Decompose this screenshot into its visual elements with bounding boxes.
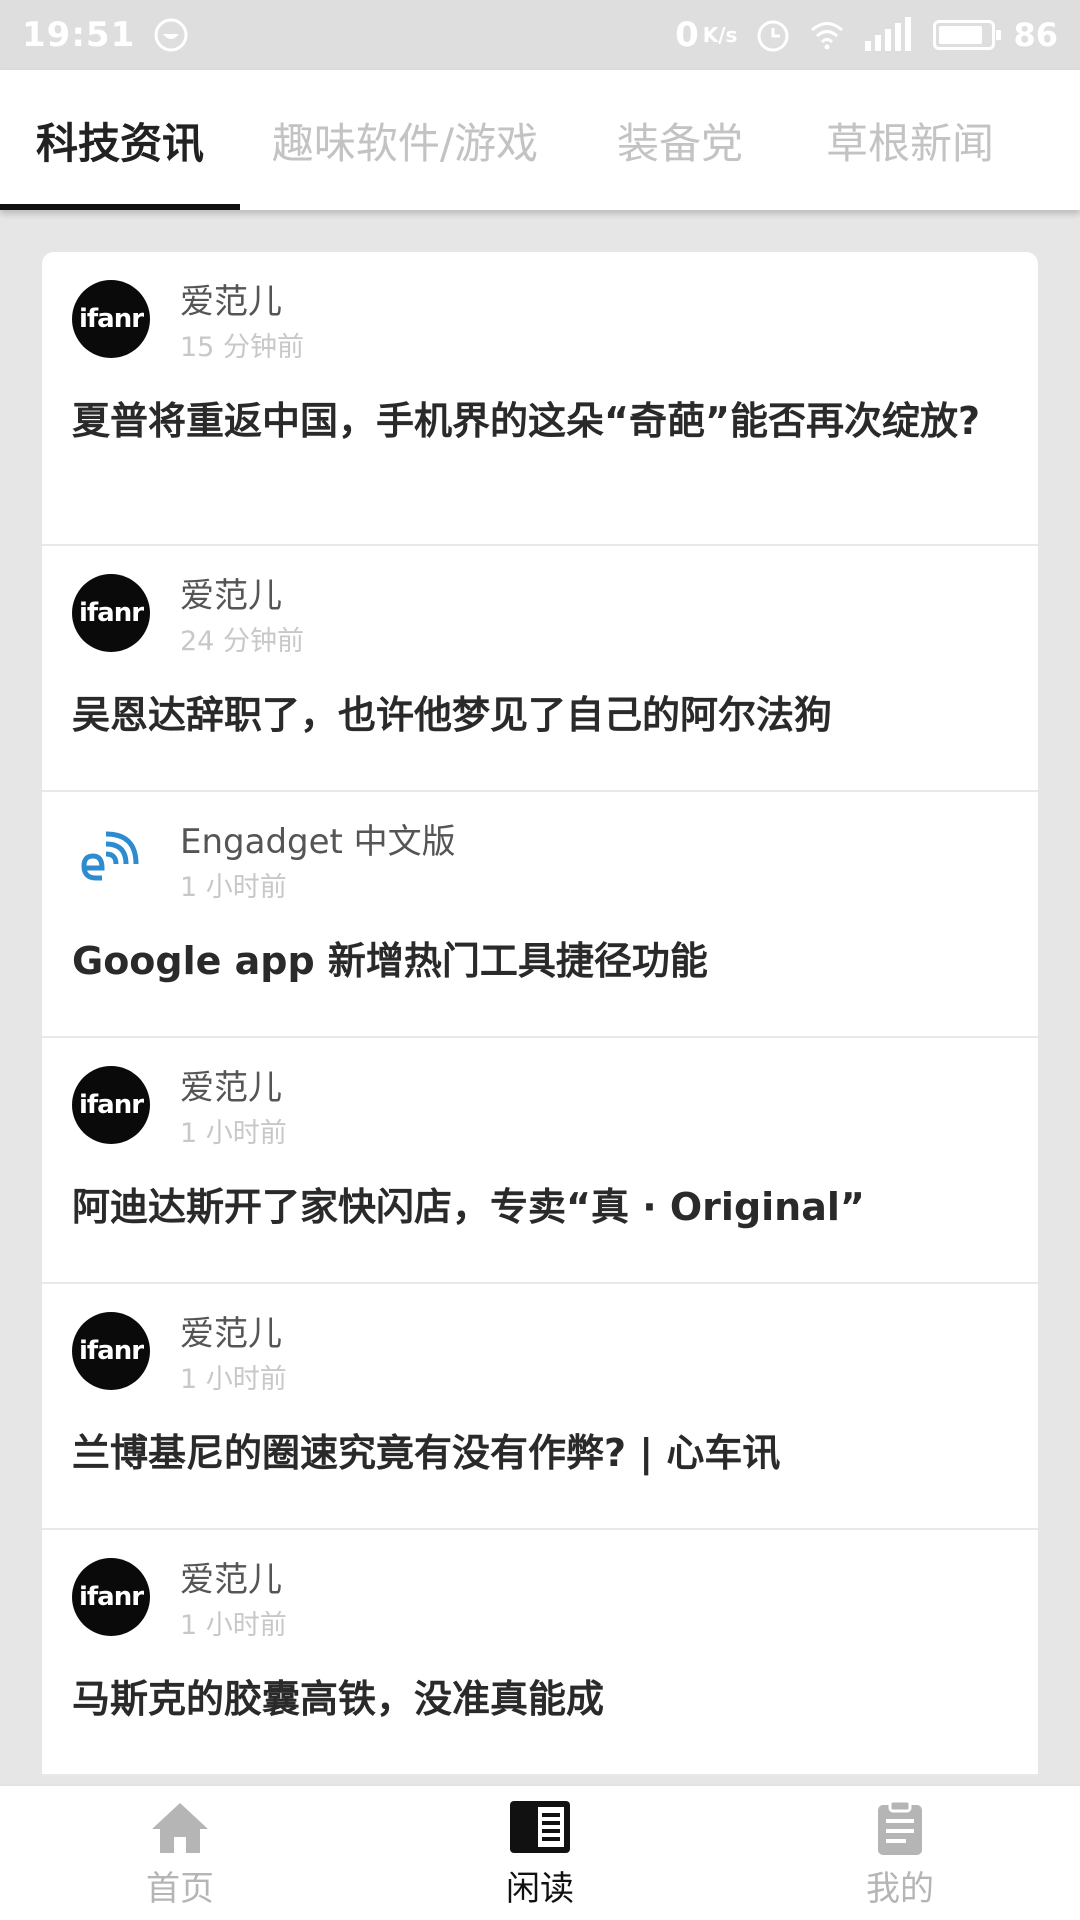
news-card[interactable]: ifanr 爱范儿 15 分钟前 夏普将重返中国，手机界的这朵“奇葩”能否再次绽…	[42, 252, 1038, 546]
avatar-text: ifanr	[78, 304, 144, 334]
nav-label: 首页	[146, 1868, 214, 1909]
tab-label: 草根新闻	[825, 118, 994, 168]
avatar-ifanr: ifanr	[72, 1558, 150, 1636]
source-name: Engadget 中文版	[180, 822, 456, 862]
notification-face-icon	[154, 18, 188, 52]
source-name: 爱范儿	[180, 1314, 282, 1354]
home-icon	[152, 1802, 208, 1853]
avatar-text: ifanr	[78, 1090, 144, 1120]
source-name: 爱范儿	[180, 576, 282, 616]
news-title: 吴恩达辞职了，也许他梦见了自己的阿尔法狗	[72, 693, 833, 737]
battery-percent: 86	[1013, 16, 1058, 54]
news-feed: ifanr 爱范儿 15 分钟前 夏普将重返中国，手机界的这朵“奇葩”能否再次绽…	[42, 252, 1038, 1776]
avatar-text: ifanr	[78, 1582, 144, 1612]
card-header: ifanr 爱范儿 15 分钟前	[72, 280, 1008, 368]
alarm-icon	[757, 20, 789, 52]
news-title: 夏普将重返中国，手机界的这朵“奇葩”能否再次绽放?	[72, 399, 980, 443]
avatar-text: ifanr	[78, 1336, 144, 1366]
avatar-engadget	[72, 820, 150, 898]
nav-mine[interactable]: 我的	[720, 1799, 1080, 1910]
card-meta: 爱范儿 1 小时前	[180, 1312, 287, 1400]
tab-label: 趣味软件/游戏	[271, 118, 539, 168]
published-time: 15 分钟前	[180, 332, 304, 363]
tab-label: 科技资讯	[35, 118, 204, 168]
source-name: 爱范儿	[180, 1560, 282, 1600]
tab-fun-software-games[interactable]: 趣味软件/游戏	[240, 70, 570, 210]
tab-label: 装备党	[616, 118, 743, 168]
tab-tech-news[interactable]: 科技资讯	[0, 70, 240, 210]
card-header: ifanr 爱范儿 1 小时前	[72, 1312, 1008, 1400]
clipboard-icon	[878, 1799, 922, 1855]
signal-4g-icon	[865, 17, 912, 51]
news-title: 马斯克的胶囊高铁，没准真能成	[72, 1677, 605, 1721]
network-speed-unit: K/s	[702, 23, 738, 47]
network-speed: 0 K/s	[675, 15, 737, 55]
news-card[interactable]: ifanr 爱范儿 1 小时前 马斯克的胶囊高铁，没准真能成	[42, 1530, 1038, 1776]
news-card[interactable]: ifanr 爱范儿 24 分钟前 吴恩达辞职了，也许他梦见了自己的阿尔法狗	[42, 546, 1038, 792]
card-meta: 爱范儿 1 小时前	[180, 1558, 287, 1646]
avatar-text: ifanr	[78, 598, 144, 628]
published-time: 1 小时前	[180, 1364, 287, 1395]
avatar-ifanr: ifanr	[72, 280, 150, 358]
card-meta: 爱范儿 24 分钟前	[180, 574, 304, 662]
nav-label: 我的	[866, 1868, 934, 1909]
category-tabs: 科技资讯 趣味软件/游戏 装备党 草根新闻	[0, 70, 1080, 210]
news-card[interactable]: ifanr 爱范儿 1 小时前 兰博基尼的圈速究竟有没有作弊? | 心车讯	[42, 1284, 1038, 1530]
battery-icon	[933, 20, 1002, 50]
card-header: ifanr 爱范儿 1 小时前	[72, 1066, 1008, 1154]
nav-label: 闲读	[506, 1868, 574, 1909]
nav-home[interactable]: 首页	[0, 1799, 360, 1910]
avatar-ifanr: ifanr	[72, 1312, 150, 1390]
status-left: 19:51	[22, 15, 189, 55]
news-card[interactable]: Engadget 中文版 1 小时前 Google app 新增热门工具捷径功能	[42, 792, 1038, 1038]
avatar-ifanr: ifanr	[72, 574, 150, 652]
published-time: 1 小时前	[180, 872, 287, 903]
card-meta: Engadget 中文版 1 小时前	[180, 820, 456, 908]
wifi-icon	[811, 22, 844, 50]
published-time: 1 小时前	[180, 1610, 287, 1641]
status-right: 0 K/s 86	[675, 15, 1058, 55]
status-bar: 19:51 0 K/s 86	[0, 0, 1080, 70]
news-title: 阿迪达斯开了家快闪店，专卖“真 · Original”	[72, 1185, 865, 1229]
published-time: 1 小时前	[180, 1118, 287, 1149]
network-speed-value: 0	[675, 15, 699, 55]
source-name: 爱范儿	[180, 1068, 282, 1108]
engadget-logo-icon	[81, 831, 139, 881]
tab-gear[interactable]: 装备党	[570, 70, 790, 210]
bottom-navigation: 首页 闲读 我的	[0, 1784, 1080, 1920]
published-time: 24 分钟前	[180, 626, 304, 657]
card-meta: 爱范儿 1 小时前	[180, 1066, 287, 1154]
card-meta: 爱范儿 15 分钟前	[180, 280, 304, 368]
battery-fill	[939, 26, 982, 44]
avatar-ifanr: ifanr	[72, 1066, 150, 1144]
app-root: 19:51 0 K/s 86 科技资讯 趣味软件/游戏 装备党 草根新闻 ifa…	[0, 0, 1080, 1920]
tab-grassroots-news[interactable]: 草根新闻	[790, 70, 1030, 210]
news-title: 兰博基尼的圈速究竟有没有作弊? | 心车讯	[72, 1431, 781, 1475]
reader-icon	[510, 1800, 570, 1853]
card-header: Engadget 中文版 1 小时前	[72, 820, 1008, 908]
news-card[interactable]: ifanr 爱范儿 1 小时前 阿迪达斯开了家快闪店，专卖“真 · Origin…	[42, 1038, 1038, 1284]
status-time: 19:51	[22, 15, 136, 55]
source-name: 爱范儿	[180, 282, 282, 322]
nav-reader[interactable]: 闲读	[360, 1799, 720, 1910]
news-title: Google app 新增热门工具捷径功能	[72, 939, 708, 983]
card-header: ifanr 爱范儿 1 小时前	[72, 1558, 1008, 1646]
card-header: ifanr 爱范儿 24 分钟前	[72, 574, 1008, 662]
